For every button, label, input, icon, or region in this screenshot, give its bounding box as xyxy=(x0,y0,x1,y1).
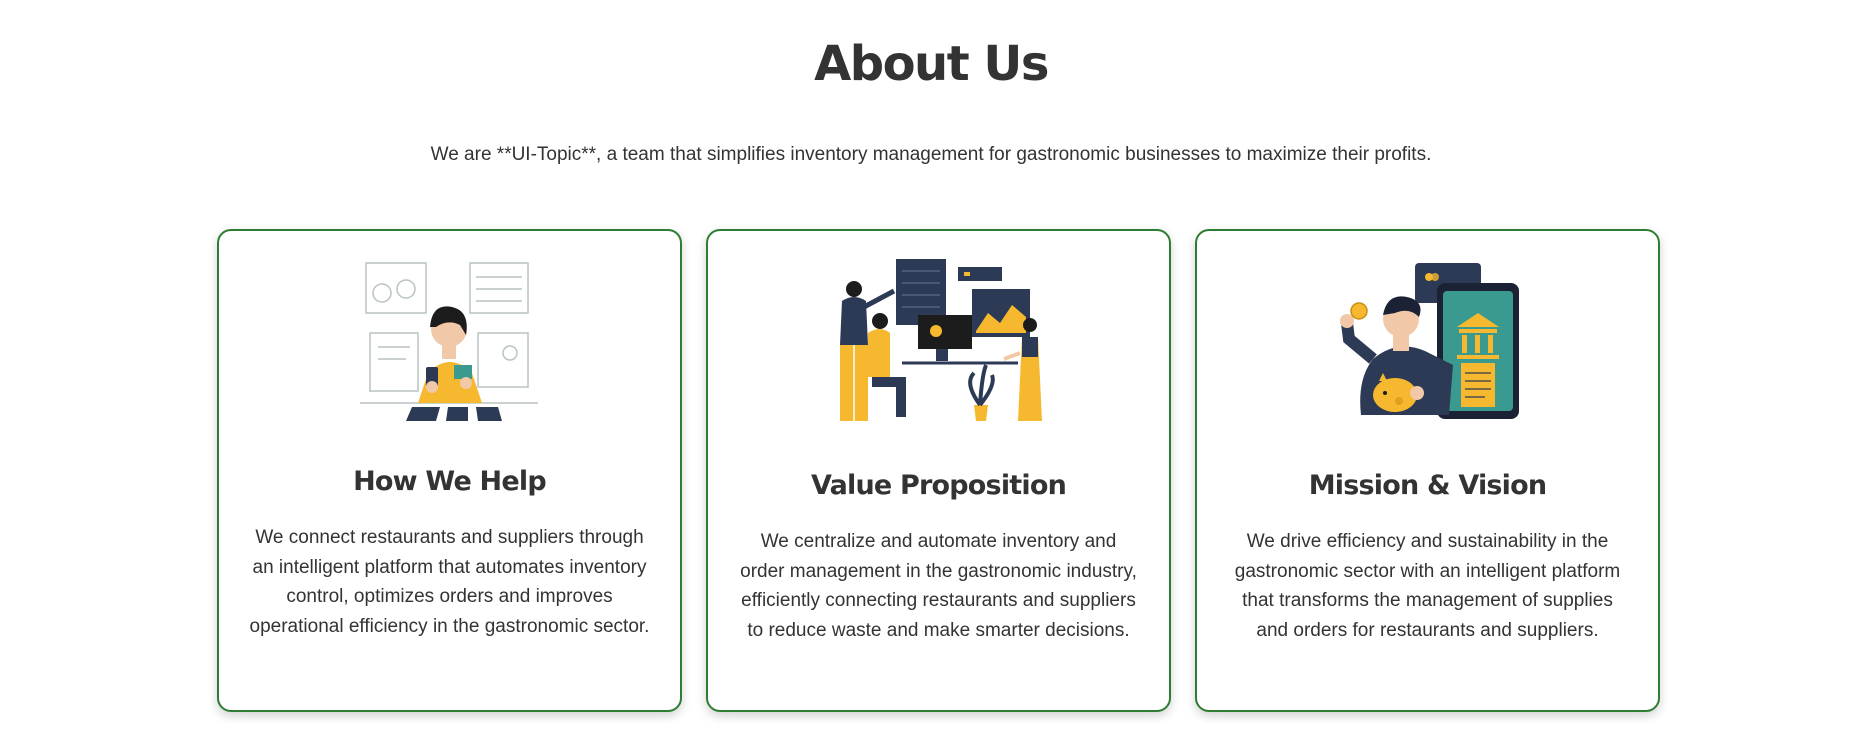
card-mission-vision: Mission & Vision We drive efficiency and… xyxy=(1195,229,1660,712)
card-how-we-help: How We Help We connect restaurants and s… xyxy=(217,229,682,712)
team-dashboard-illustration xyxy=(839,259,1042,421)
section-subtitle: We are **UI-Topic**, a team that simplif… xyxy=(430,144,1432,165)
card-description: We centralize and automate inventory and… xyxy=(740,531,1137,641)
about-us-section: About Us We are **UI-Topic**, a team tha… xyxy=(0,0,1862,735)
bank-savings-illustration xyxy=(1339,263,1519,419)
page-title: About Us xyxy=(814,36,1049,92)
card-description: We connect restaurants and suppliers thr… xyxy=(249,527,650,637)
card-title: Value Proposition xyxy=(810,470,1067,501)
card-title: Mission & Vision xyxy=(1308,470,1547,501)
phone-payment-illustration xyxy=(359,262,538,421)
card-title: How We Help xyxy=(353,466,547,497)
card-description: We drive efficiency and sustainability i… xyxy=(1234,531,1621,641)
card-value-proposition: Value Proposition We centralize and auto… xyxy=(706,229,1171,712)
